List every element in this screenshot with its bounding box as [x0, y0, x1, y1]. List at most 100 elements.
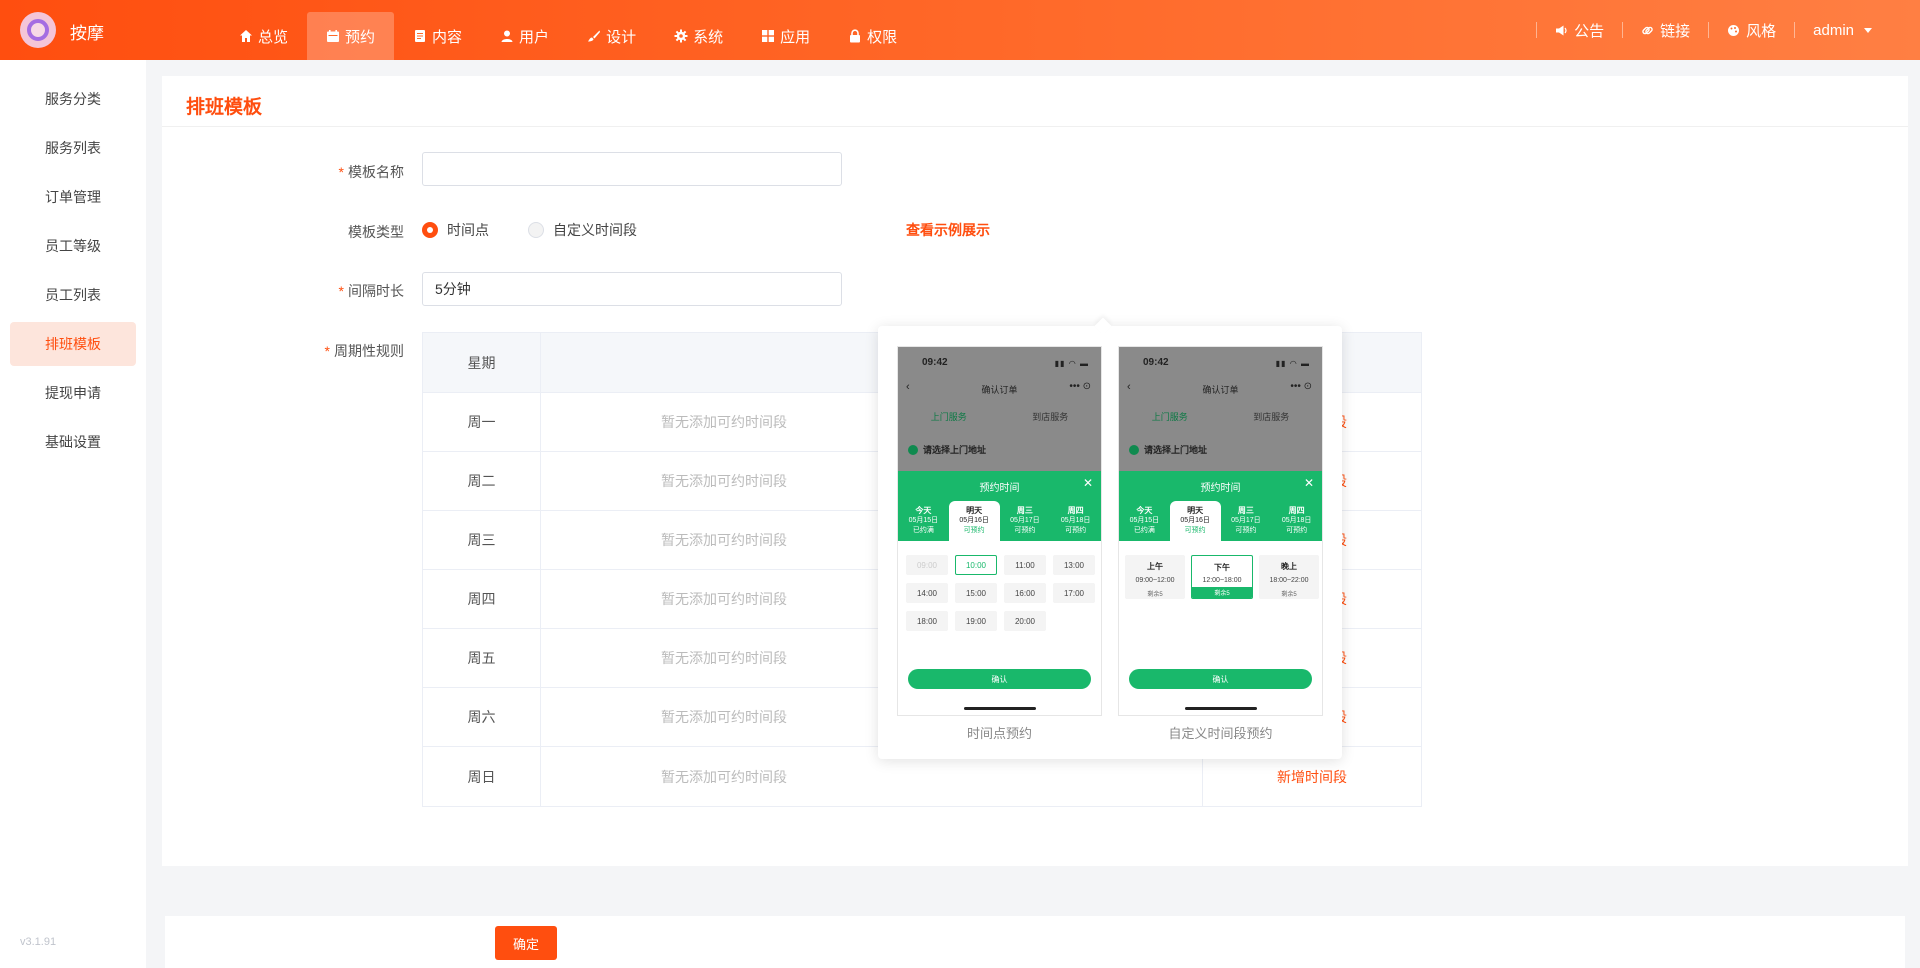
brand-name: 按摩	[70, 24, 104, 43]
radio-label: 自定义时间段	[553, 222, 637, 238]
notice-link[interactable]: 公告	[1537, 20, 1622, 41]
nav-appointment[interactable]: 预约	[307, 12, 395, 60]
time-slot: 18:00	[906, 611, 948, 631]
row-day: 周三	[423, 511, 541, 569]
brush-icon	[588, 30, 601, 42]
interval-select[interactable]: 5分钟	[422, 272, 842, 306]
nav-label: 设计	[606, 28, 637, 46]
style-link[interactable]: 风格	[1709, 20, 1794, 41]
time-slot: 19:00	[955, 611, 997, 631]
period-card: 上午 09:00~12:00 剩余5	[1125, 555, 1185, 599]
row-day: 周日	[423, 747, 541, 806]
more-icon: ••• ⊙	[1069, 381, 1091, 392]
address-text: 请选择上门地址	[1144, 445, 1208, 455]
day-tab: 周三 05月17日 可预约	[1231, 506, 1261, 534]
calendar-icon	[327, 30, 340, 42]
user-menu[interactable]: admin	[1795, 22, 1890, 39]
address-text: 请选择上门地址	[923, 445, 987, 455]
view-example-link[interactable]: 查看示例展示	[906, 220, 990, 240]
location-pin-icon	[1129, 444, 1139, 455]
nav-label: 应用	[780, 28, 811, 46]
phone-tabs: 上门服务 到店服务	[898, 405, 1101, 427]
day-tabs: 今天 05月15日 已约满 明天 05月16日 可预约 周三 05月17日 可预约 周四 05…	[1119, 501, 1322, 541]
caption-period: 自定义时间段预约	[1168, 726, 1273, 741]
interval-label-text: 间隔时长	[348, 283, 404, 299]
gear-icon	[674, 29, 688, 43]
nav-content[interactable]: 内容	[394, 12, 481, 60]
time-slot: 16:00	[1004, 583, 1046, 603]
more-icon: ••• ⊙	[1290, 381, 1312, 392]
sidebar-item-withdrawal[interactable]: 提现申请	[10, 371, 136, 415]
nav-label: 权限	[867, 28, 898, 46]
location-pin-icon	[908, 444, 918, 455]
nav-apps[interactable]: 应用	[742, 12, 829, 60]
divider	[162, 126, 1908, 127]
day-tabs: 今天 05月15日 已约满 明天 05月16日 可预约 周三 05月17日 可预约 周四 05…	[898, 501, 1101, 541]
sidebar-item-schedule-template[interactable]: 排班模板	[10, 322, 136, 366]
close-icon: ✕	[1082, 476, 1093, 490]
page-title: 排班模板	[186, 97, 263, 118]
sheet-title: 预约时间	[979, 483, 1020, 494]
phone-tab-store: 到店服务	[1032, 411, 1069, 422]
template-name-input[interactable]	[422, 152, 842, 186]
nav-user[interactable]: 用户	[481, 12, 568, 60]
caption-point: 时间点预约	[966, 726, 1032, 741]
phone-dim-overlay: 09:42 ▮▮ ◠ ▬ ‹ 确认订单 ••• ⊙ 上门服务 到店服务 请选择上…	[1119, 347, 1322, 471]
sheet-title: 预约时间	[1200, 483, 1241, 494]
home-indicator	[1185, 707, 1257, 710]
nav-design[interactable]: 设计	[568, 12, 655, 60]
link-link[interactable]: 链接	[1623, 20, 1708, 41]
nav-permission[interactable]: 权限	[829, 12, 916, 60]
nav-system[interactable]: 系统	[655, 12, 742, 60]
form-card: 排班模板 * 模板名称 模板类型 时间点 自定义时间段 查看示例展示 * 间隔时长 …	[162, 76, 1908, 866]
header-weekday: 星期	[423, 333, 541, 392]
time-slot-selected: 10:00	[955, 555, 997, 575]
header-actions: 公告 链接 风格 admin	[1536, 0, 1890, 60]
username: admin	[1813, 21, 1854, 39]
sidebar-item-staff-list[interactable]: 员工列表	[10, 273, 136, 317]
user-icon	[501, 30, 513, 42]
name-label-text: 模板名称	[348, 164, 404, 180]
day-tab: 今天 05月15日 已约满	[908, 506, 939, 534]
type-radio-custom[interactable]: 自定义时间段	[528, 220, 637, 240]
day-tab-selected: 明天 05月16日 可预约	[1169, 501, 1221, 541]
type-radio-point[interactable]: 时间点	[422, 220, 489, 240]
sidebar-item-staff-level[interactable]: 员工等级	[10, 224, 136, 268]
rule-label-text: 周期性规则	[334, 343, 404, 359]
radio-label: 时间点	[447, 222, 489, 238]
phone-confirm-button: 确认	[908, 669, 1091, 689]
name-label: * 模板名称	[224, 162, 404, 182]
required-mark: *	[338, 164, 344, 180]
time-slot-grid: 09:00 10:00 11:00 13:00 14:00 15:00 16:0…	[906, 555, 1096, 631]
time-slot: 14:00	[906, 583, 948, 603]
sidebar: 服务分类 服务列表 订单管理 员工等级 员工列表 排班模板 提现申请 基础设置 …	[0, 60, 146, 968]
status-time: 09:42	[1143, 357, 1169, 368]
period-card-selected: 下午 12:00~18:00 剩余5	[1191, 555, 1253, 599]
phone-confirm-button: 确认	[1129, 669, 1312, 689]
status-time: 09:42	[922, 357, 948, 368]
submit-button[interactable]: 确定	[495, 926, 557, 960]
link-label: 链接	[1660, 22, 1691, 40]
nav-label: 用户	[519, 28, 550, 46]
time-slot: 17:00	[1053, 583, 1095, 603]
sidebar-item-service-category[interactable]: 服务分类	[10, 77, 136, 121]
time-slot: 20:00	[1004, 611, 1046, 631]
home-indicator	[964, 707, 1036, 710]
nav-overview[interactable]: 总览	[220, 12, 307, 60]
time-slot: 13:00	[1053, 555, 1095, 575]
type-label: 模板类型	[348, 224, 404, 240]
sidebar-item-settings[interactable]: 基础设置	[10, 420, 136, 464]
phone-address: 请选择上门地址	[908, 443, 986, 456]
radio-checked-icon	[422, 222, 438, 238]
app-logo[interactable]	[20, 12, 56, 48]
period-card: 晚上 18:00~22:00 剩余5	[1259, 555, 1319, 599]
phone-preview-point: 09:42 ▮▮ ◠ ▬ ‹ 确认订单 ••• ⊙ 上门服务 到店服务 请选择上…	[897, 346, 1102, 716]
nav-label: 系统	[693, 28, 724, 46]
document-icon	[415, 30, 426, 42]
row-day: 周一	[423, 393, 541, 451]
nav-label: 预约	[345, 28, 376, 46]
phone-sheet-header: 预约时间 ✕ 今天 05月15日 已约满 明天 05月16日 可预约 周三 05月17日可…	[1119, 471, 1322, 541]
sidebar-item-service-list[interactable]: 服务列表	[10, 126, 136, 170]
row-day: 周六	[423, 688, 541, 746]
sidebar-item-orders[interactable]: 订单管理	[10, 175, 136, 219]
